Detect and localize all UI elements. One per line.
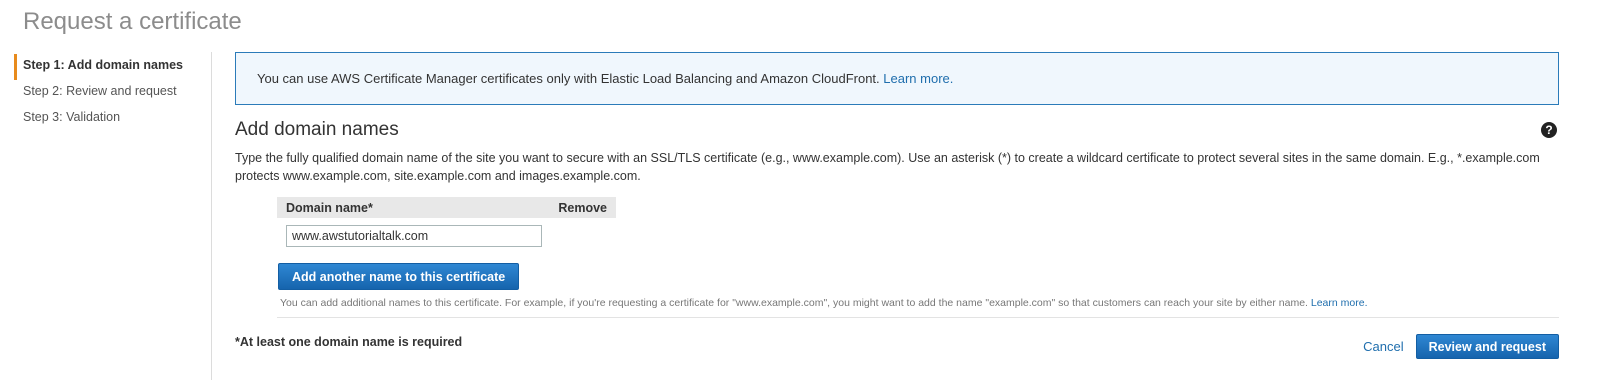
footer-actions: Cancel Review and request <box>1363 334 1559 359</box>
step-add-domain-names[interactable]: Step 1: Add domain names <box>14 54 210 80</box>
column-header-remove: Remove <box>558 200 607 215</box>
section-title: Add domain names <box>235 119 399 140</box>
horizontal-divider <box>277 317 1559 318</box>
info-learn-more-link[interactable]: Learn more. <box>883 71 953 86</box>
add-another-name-button[interactable]: Add another name to this certificate <box>278 263 520 290</box>
domain-names-table: Domain name* Remove <box>277 197 616 247</box>
info-alert: You can use AWS Certificate Manager cert… <box>235 52 1559 105</box>
footer: *At least one domain name is required Ca… <box>235 333 1559 359</box>
vertical-divider <box>211 52 212 380</box>
section-header: Add domain names ? <box>235 119 1559 141</box>
review-and-request-button[interactable]: Review and request <box>1415 334 1559 359</box>
column-header-domain-name: Domain name* <box>286 200 373 215</box>
help-icon[interactable]: ? <box>1541 122 1557 138</box>
table-row <box>277 218 616 247</box>
step-review-and-request[interactable]: Step 2: Review and request <box>14 80 210 106</box>
additional-names-hint: You can add additional names to this cer… <box>280 297 1559 309</box>
main-content: You can use AWS Certificate Manager cert… <box>235 52 1559 318</box>
domain-name-input[interactable] <box>286 225 542 247</box>
hint-text: You can add additional names to this cer… <box>280 297 1311 309</box>
page-title: Request a certificate <box>23 8 242 35</box>
info-text: You can use AWS Certificate Manager cert… <box>257 71 880 86</box>
step-validation[interactable]: Step 3: Validation <box>14 106 210 132</box>
table-header: Domain name* Remove <box>277 197 616 218</box>
hint-learn-more-link[interactable]: Learn more. <box>1311 297 1368 309</box>
required-note: *At least one domain name is required <box>235 335 463 349</box>
section-description: Type the fully qualified domain name of … <box>235 151 1540 183</box>
cancel-link[interactable]: Cancel <box>1363 339 1403 354</box>
wizard-steps: Step 1: Add domain names Step 2: Review … <box>14 54 210 132</box>
